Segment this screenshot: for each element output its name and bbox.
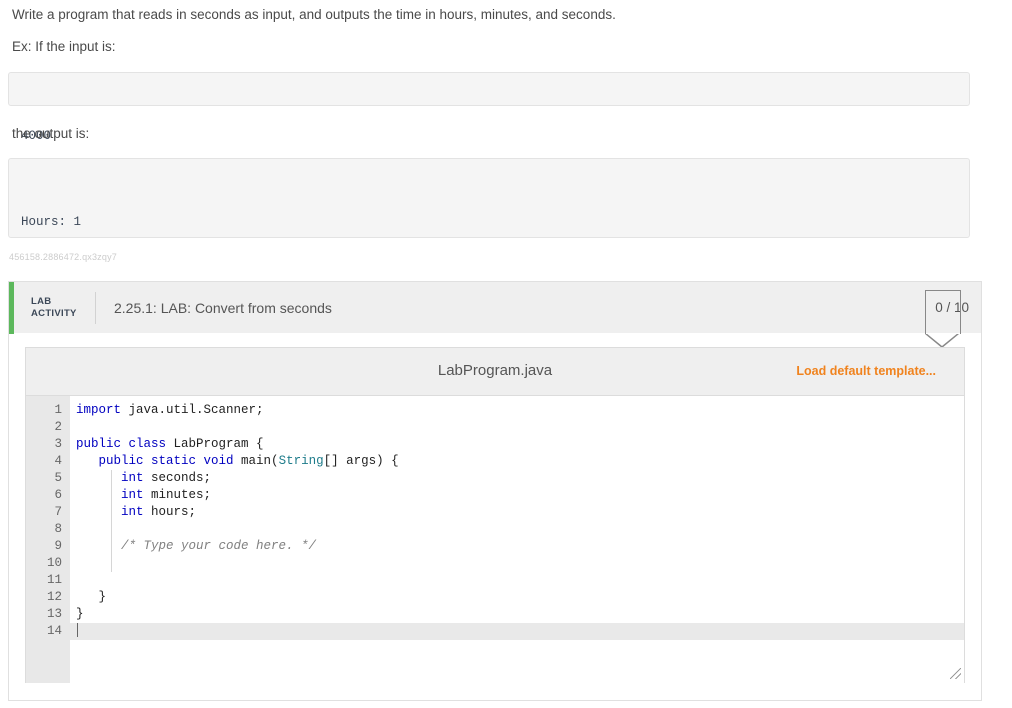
- code-line: public class LabProgram {: [76, 437, 264, 451]
- line-number: 2: [54, 420, 62, 434]
- code-editor[interactable]: LabProgram.java Load default template...…: [25, 347, 965, 683]
- load-default-template-button[interactable]: Load default template...: [796, 364, 936, 378]
- code-content[interactable]: import java.util.Scanner; public class L…: [70, 396, 964, 683]
- code-line: int minutes;: [121, 488, 212, 502]
- line-number: 14: [46, 624, 62, 638]
- example-input-value: 4000: [21, 129, 52, 143]
- example-input-block: 4000: [8, 72, 970, 143]
- activity-identifier: 456158.2886472.qx3zqy7: [9, 252, 117, 262]
- code-line: int seconds;: [121, 471, 212, 485]
- code-line: int hours;: [121, 505, 197, 519]
- example-output-block: Hours: 1 Minutes: 6 Seconds: 40: [8, 158, 970, 361]
- line-number: 11: [46, 573, 62, 587]
- code-line: }: [76, 590, 107, 604]
- line-number: 9: [54, 539, 62, 553]
- code-line: /* Type your code here. */: [121, 539, 317, 553]
- line-number: 6: [54, 488, 62, 502]
- line-number: 1: [54, 403, 62, 417]
- editor-toolbar: LabProgram.java Load default template...: [26, 348, 964, 396]
- problem-description: Write a program that reads in seconds as…: [12, 7, 616, 22]
- code-line: import java.util.Scanner;: [76, 403, 264, 417]
- lab-badge-line-2: ACTIVITY: [31, 307, 77, 319]
- lab-activity-header: LAB ACTIVITY 2.25.1: LAB: Convert from s…: [9, 281, 981, 348]
- code-text-area[interactable]: 1 2 3 4 5 6 7 8 9 10 11 12 13 14 import …: [26, 396, 964, 683]
- text-cursor: [77, 623, 78, 637]
- line-number: 4: [54, 454, 62, 468]
- line-number: 12: [46, 590, 62, 604]
- lab-accent-bar: [9, 282, 14, 334]
- code-line: public static void main(String[] args) {: [98, 454, 399, 468]
- bookmark-icon[interactable]: [925, 290, 961, 348]
- output-line-hours: Hours: 1: [21, 215, 82, 229]
- lab-activity-panel: LAB ACTIVITY 2.25.1: LAB: Convert from s…: [8, 281, 982, 701]
- line-number: 3: [54, 437, 62, 451]
- code-line-active: [70, 623, 964, 640]
- line-number: 13: [46, 607, 62, 621]
- lab-badge-line-1: LAB: [31, 295, 52, 307]
- line-number: 8: [54, 522, 62, 536]
- indent-guide: [111, 470, 112, 572]
- line-number: 7: [54, 505, 62, 519]
- line-number: 5: [54, 471, 62, 485]
- lab-activity-title: 2.25.1: LAB: Convert from seconds: [114, 299, 332, 316]
- resize-grip-icon[interactable]: [950, 668, 961, 679]
- example-intro-text: Ex: If the input is:: [12, 39, 116, 54]
- line-number: 10: [46, 556, 62, 570]
- lab-activity-badge: LAB ACTIVITY: [31, 296, 87, 320]
- code-line: }: [76, 607, 84, 621]
- line-number-gutter: 1 2 3 4 5 6 7 8 9 10 11 12 13 14: [26, 396, 70, 683]
- header-divider: [95, 291, 96, 324]
- output-intro-text: the output is:: [12, 126, 90, 141]
